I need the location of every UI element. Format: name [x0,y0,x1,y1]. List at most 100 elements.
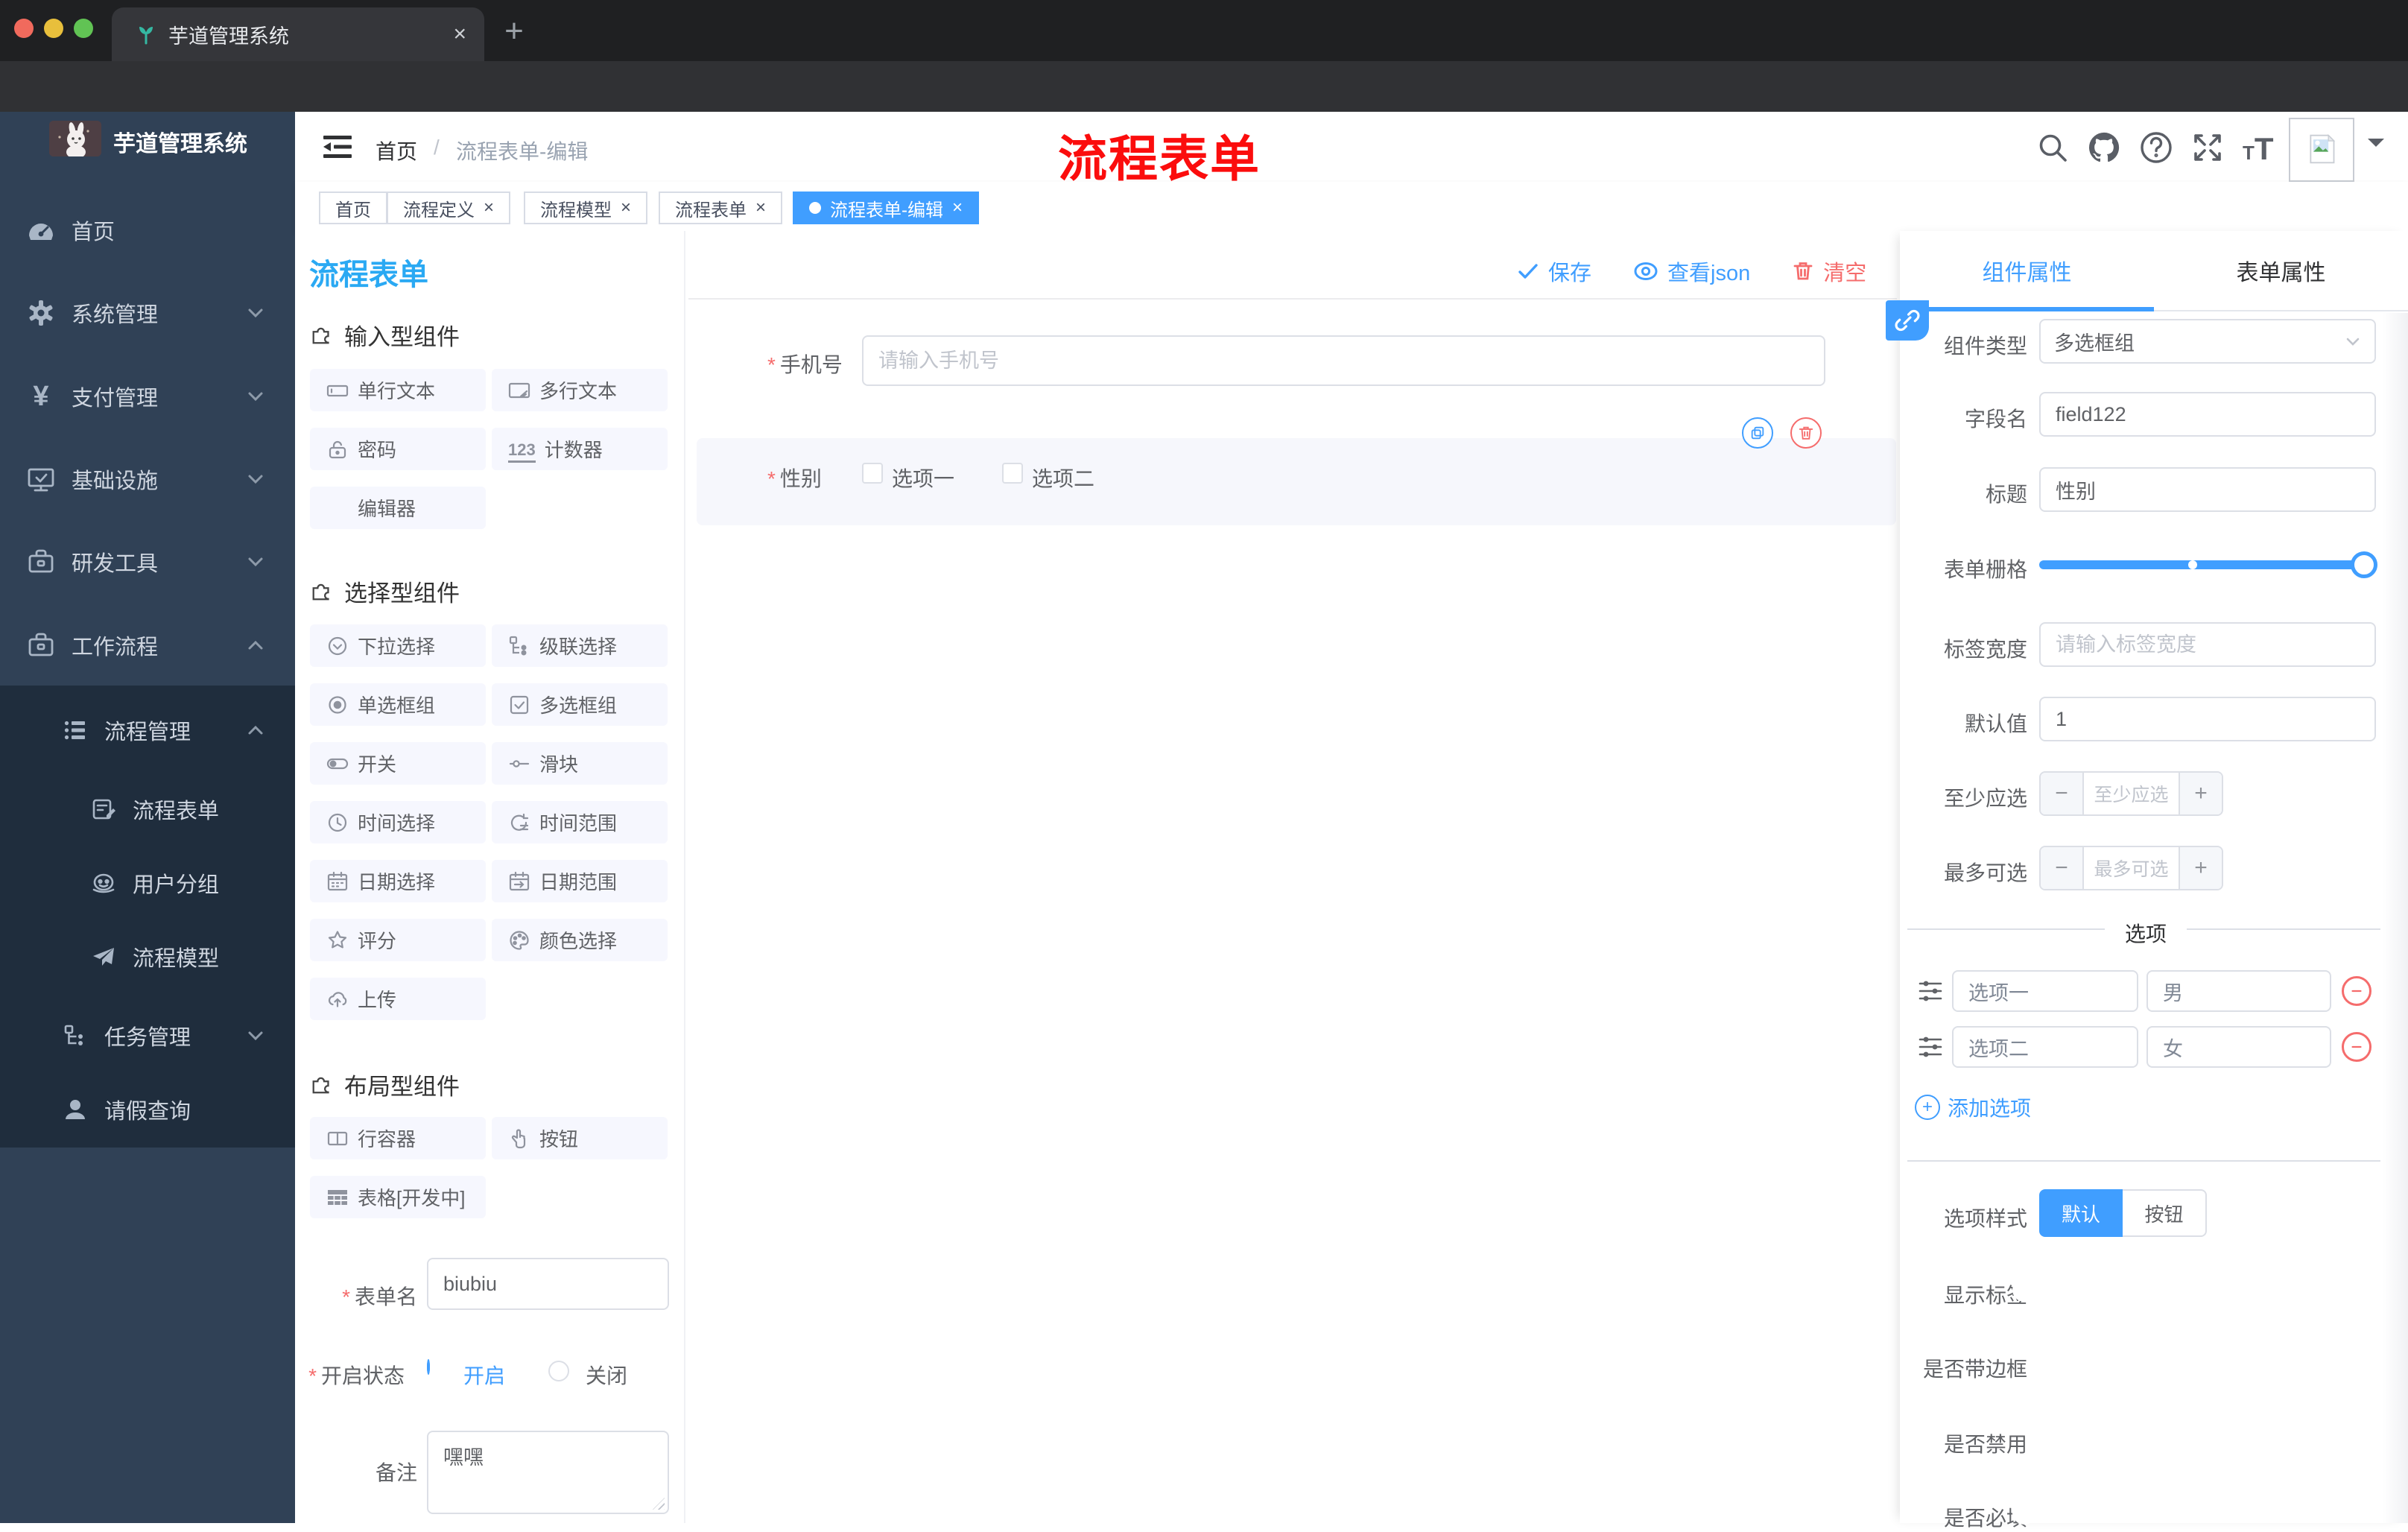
field-name-input[interactable] [2039,392,2376,437]
component-type-select[interactable]: 多选框组 [2039,319,2376,364]
component-cascader[interactable]: 级联选择 [492,624,668,667]
tag-close-icon[interactable]: × [952,199,963,217]
component-row-container[interactable]: 行容器 [310,1117,486,1159]
status-on-radio[interactable] [427,1359,430,1375]
form-remark-textarea[interactable]: 嘿嘿 [427,1431,669,1514]
remove-option-button[interactable] [2342,1032,2371,1062]
component-checkbox-group[interactable]: 多选框组 [492,683,668,726]
option2-value-input[interactable] [2146,1026,2331,1068]
sidebar-item-process-model[interactable]: 流程模型 [0,919,295,994]
avatar[interactable] [2289,118,2354,182]
tag-close-icon[interactable]: × [621,199,631,217]
stepper-minus-button[interactable]: − [2041,847,2084,889]
tab-close-icon[interactable]: × [453,23,466,45]
sidebar-item-payment[interactable]: ¥ 支付管理 [0,359,295,434]
gender-option1-checkbox[interactable] [862,463,883,484]
stepper-plus-button[interactable]: + [2179,847,2222,889]
selected-component-gender[interactable]: * 性别 选项一 选项二 [697,417,1896,525]
gender-option2-label[interactable]: 选项二 [1032,463,1094,493]
component-counter[interactable]: 123 计数器 [492,428,668,470]
option-drag-handle[interactable] [1918,1034,1943,1060]
traffic-light-minimize[interactable] [44,19,63,38]
search-icon[interactable] [2035,130,2070,165]
component-upload[interactable]: 上传 [310,978,486,1020]
tab-form-props[interactable]: 表单属性 [2154,231,2408,310]
tag-close-icon[interactable]: × [484,199,494,217]
sidebar-item-infrastructure[interactable]: 基础设施 [0,442,295,516]
copy-component-button[interactable] [1742,417,1773,449]
component-switch[interactable]: 开关 [310,742,486,785]
tag-process-model[interactable]: 流程模型 × [524,192,648,224]
sidebar-item-leave-query[interactable]: 请假查询 [0,1072,295,1147]
option-style-default[interactable]: 默认 [2039,1189,2123,1237]
status-off-label[interactable]: 关闭 [586,1360,627,1390]
max-select-value[interactable]: 最多可选 [2084,847,2179,889]
app-logo[interactable] [49,121,101,156]
component-button[interactable]: 按钮 [492,1117,668,1159]
sidebar-item-system[interactable]: 系统管理 [0,276,295,350]
component-date-picker[interactable]: 日期选择 [310,860,486,902]
sidebar-item-process-management[interactable]: 流程管理 [0,693,295,767]
help-icon[interactable] [2139,130,2173,165]
component-radio-group[interactable]: 单选框组 [310,683,486,726]
component-time-picker[interactable]: 时间选择 [310,801,486,843]
new-tab-button[interactable]: + [498,15,530,49]
sidebar-fold-icon[interactable] [322,131,353,162]
component-table-dev[interactable]: 表格[开发中] [310,1176,486,1218]
github-icon[interactable] [2087,130,2121,165]
component-select[interactable]: 下拉选择 [310,624,486,667]
option1-name-input[interactable] [1952,970,2138,1012]
gender-option2-checkbox[interactable] [1002,463,1023,484]
sidebar-item-process-form[interactable]: 流程表单 [0,772,295,846]
title-input[interactable] [2039,467,2376,512]
font-size-icon[interactable]: TT [2243,131,2274,167]
component-editor[interactable]: 编辑器 [310,487,486,529]
phone-field-input[interactable] [862,335,1825,386]
tag-close-icon[interactable]: × [755,199,766,217]
stepper-plus-button[interactable]: + [2179,773,2222,814]
gender-option1-label[interactable]: 选项一 [892,463,954,493]
component-time-range[interactable]: 时间范围 [492,801,668,843]
component-date-range[interactable]: 日期范围 [492,860,668,902]
status-on-label[interactable]: 开启 [463,1360,505,1390]
component-slider[interactable]: 滑块 [492,742,668,785]
option2-name-input[interactable] [1952,1026,2138,1068]
component-multi-line-text[interactable]: 多行文本 [492,369,668,411]
cloud-upload-icon [326,988,349,1010]
delete-component-button[interactable] [1790,417,1822,449]
link-tag[interactable] [1886,300,1929,341]
add-option-button[interactable]: + 添加选项 [1915,1092,2031,1122]
tab-component-props[interactable]: 组件属性 [1900,231,2154,310]
sidebar-item-task-management[interactable]: 任务管理 [0,998,295,1073]
tag-home[interactable]: 首页 [319,192,387,224]
traffic-light-close[interactable] [14,19,34,38]
tag-process-definition[interactable]: 流程定义 × [387,192,511,224]
form-name-input[interactable] [427,1258,669,1310]
option-drag-handle[interactable] [1918,978,1943,1004]
sidebar-item-home[interactable]: 首页 [0,193,295,268]
fullscreen-icon[interactable] [2190,130,2225,165]
default-value-input[interactable] [2039,697,2376,741]
option-style-button[interactable]: 按钮 [2123,1189,2207,1237]
status-off-radio[interactable] [548,1361,569,1381]
stepper-minus-button[interactable]: − [2041,773,2084,814]
slider-handle[interactable] [2351,551,2377,578]
form-grid-slider[interactable] [2039,551,2377,578]
component-rate[interactable]: 评分 [310,919,486,961]
breadcrumb-home[interactable]: 首页 [376,136,417,165]
component-color-picker[interactable]: 颜色选择 [492,919,668,961]
option1-value-input[interactable] [2146,970,2331,1012]
remove-option-button[interactable] [2342,976,2371,1006]
avatar-caret-icon[interactable] [2368,139,2384,155]
tag-process-form[interactable]: 流程表单 × [659,192,783,224]
traffic-light-zoom[interactable] [74,19,93,38]
sidebar-item-user-group[interactable]: 用户分组 [0,846,295,920]
component-single-line-text[interactable]: 单行文本 [310,369,486,411]
label-width-input[interactable] [2039,622,2376,667]
browser-tab[interactable]: 芋道管理系统 × [112,7,484,61]
sidebar-item-devtools[interactable]: 研发工具 [0,525,295,599]
sidebar-item-workflow[interactable]: 工作流程 [0,608,295,683]
tag-process-form-edit-active[interactable]: 流程表单-编辑 × [793,192,980,224]
min-select-value[interactable]: 至少应选 [2084,773,2179,814]
component-password[interactable]: 密码 [310,428,486,470]
